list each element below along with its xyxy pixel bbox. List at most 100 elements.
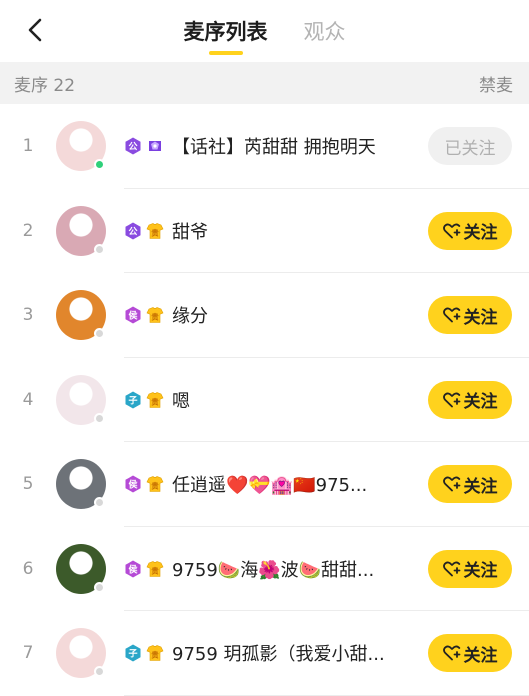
top-bar: 麦序列表 观众 — [0, 0, 529, 62]
svg-text:贵: 贵 — [151, 650, 159, 660]
user-badges: 侯 贵 — [124, 560, 164, 578]
vip-badge-icon — [149, 141, 161, 152]
svg-text:侯: 侯 — [128, 479, 138, 491]
svg-text:贵: 贵 — [151, 227, 159, 237]
svg-text:侯: 侯 — [128, 310, 138, 322]
online-status-dot — [94, 328, 105, 340]
follow-button[interactable]: 关注 — [428, 296, 512, 335]
rank-badge-icon: 侯 — [125, 560, 141, 578]
noble-shirt-icon: 贵 — [146, 560, 164, 577]
heart-plus-icon — [442, 476, 460, 492]
queue-subheader: 麦序 22 禁麦 — [0, 62, 529, 104]
row-divider — [124, 694, 529, 696]
list-item: 6 侯 贵 9759🍉海🌺波🍉甜甜... 关注 — [0, 527, 529, 611]
online-status-dot — [94, 243, 105, 255]
user-name: 9759🍉海🌺波🍉甜甜... — [172, 559, 375, 581]
follow-label: 关注 — [463, 307, 498, 328]
user-name: 【话社】芮甜甜 拥抱明天 — [172, 137, 376, 159]
queue-index: 6 — [22, 558, 34, 579]
user-name: 缘分 — [172, 306, 208, 328]
follow-button[interactable]: 关注 — [428, 465, 512, 504]
tab-bar: 麦序列表 观众 — [0, 0, 529, 62]
rank-badge-icon: 公 — [125, 137, 141, 155]
svg-text:公: 公 — [128, 142, 137, 153]
avatar[interactable] — [56, 121, 106, 172]
online-status-dot — [94, 497, 105, 509]
user-badges: 公 贵 — [124, 222, 164, 240]
follow-label: 关注 — [463, 476, 498, 497]
svg-text:侯: 侯 — [128, 563, 138, 575]
follow-button[interactable]: 关注 — [428, 380, 512, 419]
mute-mic-button[interactable]: 禁麦 — [479, 71, 513, 96]
queue-index: 7 — [22, 643, 34, 664]
mic-queue-list: 1 公 【话社】芮甜甜 拥抱明天 已关注 2 公 贵 甜爷 关注 3 侯 贵 缘… — [0, 104, 529, 696]
avatar[interactable] — [56, 459, 106, 510]
heart-plus-icon — [442, 307, 460, 323]
user-badges: 公 — [124, 137, 164, 155]
user-name: 9759 玥孤影（我爱小甜... — [172, 644, 385, 666]
list-item: 3 侯 贵 缘分 关注 — [0, 273, 529, 358]
svg-text:贵: 贵 — [151, 312, 159, 322]
user-badges: 侯 贵 — [124, 475, 164, 493]
noble-shirt-icon: 贵 — [146, 476, 164, 493]
svg-text:贵: 贵 — [151, 565, 159, 575]
avatar[interactable] — [56, 374, 106, 425]
user-badges: 子 贵 — [124, 644, 164, 662]
follow-button[interactable]: 关注 — [428, 211, 512, 250]
user-name: 嗯 — [172, 390, 190, 412]
queue-index: 1 — [22, 136, 34, 157]
rank-badge-icon: 子 — [125, 391, 141, 409]
noble-shirt-icon: 贵 — [146, 391, 164, 408]
queue-index: 2 — [22, 220, 34, 241]
queue-count-label: 麦序 22 — [14, 75, 76, 96]
svg-text:贵: 贵 — [151, 396, 159, 406]
tab-audience[interactable]: 观众 — [304, 18, 346, 46]
follow-label: 关注 — [463, 223, 498, 244]
user-badges: 侯 贵 — [124, 306, 164, 324]
followed-button[interactable]: 已关注 — [428, 127, 512, 166]
list-item: 2 公 贵 甜爷 关注 — [0, 189, 529, 273]
svg-text:子: 子 — [128, 395, 137, 406]
avatar[interactable] — [56, 290, 106, 341]
rank-badge-icon: 侯 — [125, 306, 141, 324]
user-name: 甜爷 — [172, 221, 208, 243]
list-item: 7 子 贵 9759 玥孤影（我爱小甜... 关注 — [0, 611, 529, 696]
user-name: 任逍遥❤️💝🏩🇨🇳975... — [172, 475, 368, 497]
tab-mic-queue-label: 麦序列表 — [183, 20, 268, 44]
tab-mic-queue[interactable]: 麦序列表 — [183, 18, 268, 55]
avatar[interactable] — [56, 205, 106, 256]
noble-shirt-icon: 贵 — [146, 307, 164, 324]
online-status-dot — [94, 666, 105, 678]
follow-button[interactable]: 关注 — [428, 634, 512, 673]
online-status-dot — [94, 581, 105, 593]
noble-shirt-icon: 贵 — [146, 222, 164, 239]
active-tab-indicator — [208, 51, 243, 55]
queue-index: 3 — [22, 305, 34, 326]
rank-badge-icon: 公 — [125, 222, 141, 240]
online-status-dot — [94, 412, 105, 424]
svg-text:公: 公 — [128, 226, 137, 237]
tab-audience-label: 观众 — [303, 20, 346, 44]
list-item: 1 公 【话社】芮甜甜 拥抱明天 已关注 — [0, 104, 529, 189]
follow-label: 关注 — [463, 561, 498, 582]
rank-badge-icon: 侯 — [125, 475, 141, 493]
heart-plus-icon — [442, 223, 460, 239]
follow-button[interactable]: 关注 — [428, 549, 512, 588]
list-item: 4 子 贵 嗯 关注 — [0, 358, 529, 442]
svg-text:子: 子 — [128, 649, 137, 660]
user-badges: 子 贵 — [124, 391, 164, 409]
online-status-dot — [94, 159, 105, 171]
queue-index: 4 — [22, 389, 34, 410]
svg-text:贵: 贵 — [151, 481, 159, 491]
noble-shirt-icon: 贵 — [146, 645, 164, 662]
avatar[interactable] — [56, 628, 106, 679]
followed-label: 已关注 — [444, 138, 496, 159]
heart-plus-icon — [442, 561, 460, 577]
list-item: 5 侯 贵 任逍遥❤️💝🏩🇨🇳975... 关注 — [0, 442, 529, 527]
follow-label: 关注 — [463, 645, 498, 666]
queue-index: 5 — [22, 474, 34, 495]
rank-badge-icon: 子 — [125, 644, 141, 662]
follow-label: 关注 — [463, 392, 498, 413]
avatar[interactable] — [56, 543, 106, 594]
heart-plus-icon — [442, 392, 460, 408]
